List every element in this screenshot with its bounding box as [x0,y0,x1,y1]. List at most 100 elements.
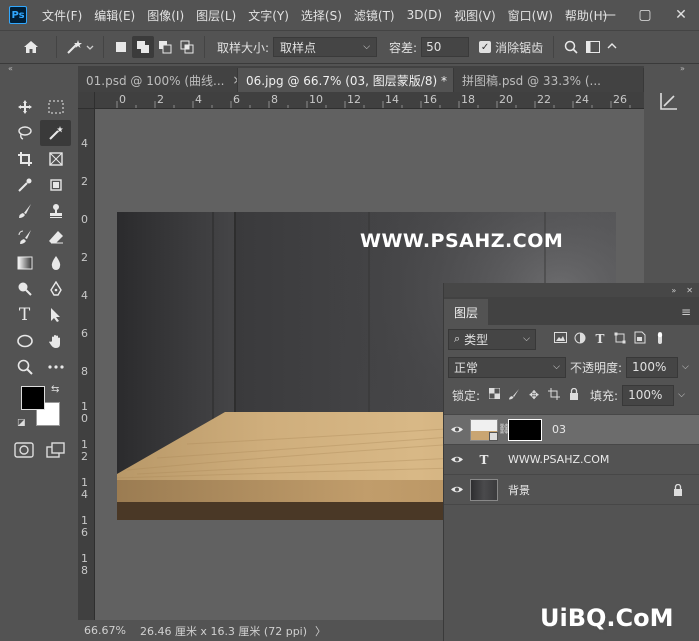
tab-layers[interactable]: 图层 [444,299,489,325]
layer-row-background[interactable]: 背景 [444,475,699,505]
add-to-selection-icon[interactable] [132,36,154,58]
visibility-eye-icon[interactable] [444,453,470,467]
stamp-tool-icon[interactable] [40,198,71,224]
default-colors-icon[interactable]: ◪ [17,418,26,428]
ruler-tick-label: 2 [81,175,88,188]
tab-06-jpg[interactable]: 06.jpg @ 66.7% (03, 图层蒙版/8) * × [238,68,454,92]
frame-tool-icon[interactable] [40,146,71,172]
home-icon[interactable] [20,36,42,58]
eyedropper-tool-icon[interactable] [9,172,40,198]
hand-tool-icon[interactable] [40,328,71,354]
ellipse-tool-icon[interactable] [9,328,40,354]
brush-tool-icon[interactable] [9,198,40,224]
history-brush-tool-icon[interactable] [9,224,40,250]
layer-thumbnail[interactable] [470,418,498,441]
search-icon[interactable] [560,36,582,58]
zoom-tool-icon[interactable] [9,354,40,380]
menu-edit[interactable]: 编辑(E) [88,7,141,24]
lasso-tool-icon[interactable] [9,120,40,146]
lock-artboard-icon[interactable] [544,387,564,403]
opacity-input[interactable]: 100% [626,356,679,378]
fill-input[interactable]: 100% [622,384,675,406]
menu-image[interactable]: 图像(I) [141,7,190,24]
more-tools-icon[interactable] [40,354,71,380]
swap-colors-icon[interactable]: ⇆ [51,384,59,395]
chevron-down-icon[interactable]: ⌵ [682,362,689,372]
chevron-down-icon[interactable]: ⌵ [678,390,685,400]
smart-object-filter-icon[interactable] [630,331,650,347]
tab-jigsaw-psd[interactable]: 拼图稿.psd @ 33.3% (... [454,68,644,92]
pen-tool-icon[interactable] [40,276,71,302]
foreground-color-swatch[interactable] [21,386,45,410]
sample-size-select[interactable]: 取样点 ⌵ [273,37,378,57]
tolerance-input[interactable]: 50 [421,37,470,57]
ruler-tick-label: 2 [81,251,88,264]
zoom-level[interactable]: 66.67% [78,624,132,637]
menu-select[interactable]: 选择(S) [295,7,348,24]
frame-select-tool-icon[interactable] [40,172,71,198]
new-selection-icon[interactable] [110,36,132,58]
menu-bar: Ps 文件(F) 编辑(E) 图像(I) 图层(L) 文字(Y) 选择(S) 滤… [0,0,699,30]
layer-row-03[interactable]: ⛓ 03 [444,415,699,445]
path-selection-tool-icon[interactable] [40,302,71,328]
gradient-tool-icon[interactable] [9,250,40,276]
move-tool-icon[interactable] [9,94,40,120]
adjustment-filter-icon[interactable] [570,332,590,347]
blend-mode-select[interactable]: 正常 ⌵ [448,356,566,378]
collapse-arrows-icon[interactable]: « [8,64,13,73]
antialias-checkbox[interactable]: ✓ [479,41,492,53]
filter-toggle-icon[interactable] [650,331,670,348]
menu-3d[interactable]: 3D(D) [401,8,448,22]
menu-view[interactable]: 视图(V) [448,7,502,24]
menu-layer[interactable]: 图层(L) [190,7,242,24]
close-icon[interactable]: ✕ [686,286,693,295]
minimize-button[interactable]: — [591,7,627,23]
layer-row-text[interactable]: T WWW.PSAHZ.COM [444,445,699,475]
ruler-tick-label: 4 [81,289,88,302]
lock-transparent-pixels-icon[interactable] [484,387,504,402]
layer-thumbnail[interactable] [470,478,498,501]
chevron-down-icon: ⌵ [363,42,371,52]
lock-position-icon[interactable]: ✥ [524,388,544,402]
status-menu-arrow-icon[interactable]: 〉 [315,623,326,639]
properties-panel-icon[interactable] [658,90,680,112]
type-filter-icon[interactable]: T [590,332,610,346]
magic-wand-preset-icon[interactable] [63,36,97,58]
intersect-selection-icon[interactable] [176,36,198,58]
marquee-tool-icon[interactable] [40,94,71,120]
shape-filter-icon[interactable] [610,332,630,347]
menu-file[interactable]: 文件(F) [36,7,88,24]
blur-tool-icon[interactable] [40,250,71,276]
layer-mask-thumbnail[interactable] [508,418,542,441]
screen-mode-icon[interactable] [46,442,66,458]
lock-image-pixels-icon[interactable] [504,388,524,403]
dodge-tool-icon[interactable] [9,276,40,302]
visibility-eye-icon[interactable] [444,423,470,437]
collapse-arrows-icon[interactable]: » [671,286,676,295]
panel-menu-icon[interactable]: ≡ [681,305,691,319]
collapse-arrows-icon[interactable]: » [680,64,685,73]
layer-name[interactable]: 03 [552,423,566,436]
quick-mask-icon[interactable] [14,442,34,458]
layer-filter-select[interactable]: ⌕ 类型 ⌵ [448,328,536,350]
close-button[interactable]: ✕ [663,7,699,23]
menu-window[interactable]: 窗口(W) [502,7,559,24]
visibility-eye-icon[interactable] [444,483,470,497]
pixel-filter-icon[interactable] [550,332,570,346]
workspace-icon[interactable] [582,36,604,58]
lock-all-icon[interactable] [564,387,584,403]
layer-name[interactable]: 背景 [508,482,530,498]
subtract-from-selection-icon[interactable] [154,36,176,58]
crop-tool-icon[interactable] [9,146,40,172]
type-tool-icon[interactable]: T [9,302,40,328]
maximize-button[interactable]: ▢ [627,7,663,23]
share-icon[interactable] [604,36,620,58]
magic-wand-tool-icon[interactable] [40,120,71,146]
layer-name[interactable]: WWW.PSAHZ.COM [508,453,609,466]
menu-type[interactable]: 文字(Y) [242,7,295,24]
tab-01-psd[interactable]: 01.psd @ 100% (曲线... × [78,68,238,92]
chain-link-icon[interactable]: ⛓ [498,424,511,435]
menu-filter[interactable]: 滤镜(T) [348,7,401,24]
ruler-tick-label: 1 8 [81,552,88,577]
eraser-tool-icon[interactable] [40,224,71,250]
